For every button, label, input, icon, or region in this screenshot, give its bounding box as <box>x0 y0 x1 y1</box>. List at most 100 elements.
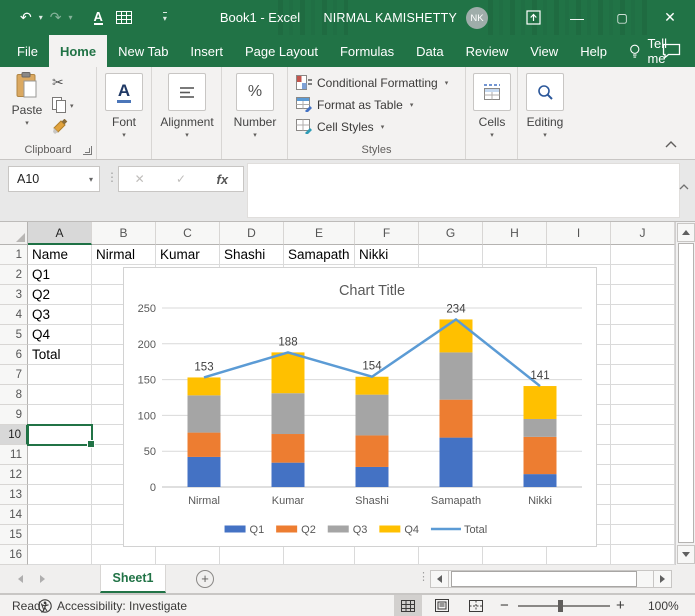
cell-J1[interactable] <box>611 245 675 265</box>
name-box-dropdown-icon[interactable]: ▾ <box>89 175 93 184</box>
minimize-button[interactable]: — <box>555 0 599 35</box>
cell-A3[interactable]: Q2 <box>28 285 92 305</box>
cell-H1[interactable] <box>483 245 547 265</box>
cell-A11[interactable] <box>28 445 92 465</box>
cell-J16[interactable] <box>611 545 675 565</box>
row-header-15[interactable]: 15 <box>0 525 28 545</box>
cell-J3[interactable] <box>611 285 675 305</box>
name-box[interactable]: A10 ▾ <box>8 166 100 192</box>
cell-A15[interactable] <box>28 525 92 545</box>
cell-A9[interactable] <box>28 405 92 425</box>
tab-new-tab[interactable]: New Tab <box>107 35 179 67</box>
zoom-out-button[interactable]: − <box>500 595 509 616</box>
ribbon-display-options-button[interactable] <box>511 0 555 35</box>
cell-J6[interactable] <box>611 345 675 365</box>
copy-dropdown-icon[interactable]: ▾ <box>70 102 74 110</box>
tab-file[interactable]: File <box>6 35 49 67</box>
normal-view-button[interactable] <box>394 595 422 616</box>
select-all-corner[interactable] <box>0 222 28 245</box>
avatar[interactable]: NK <box>466 7 488 29</box>
format-as-table-dropdown-icon[interactable]: ▾ <box>410 101 414 109</box>
format-as-table-button[interactable]: Format as Table ▾ <box>296 97 413 112</box>
cell-J2[interactable] <box>611 265 675 285</box>
next-sheet-icon[interactable] <box>40 575 45 583</box>
cell-J14[interactable] <box>611 505 675 525</box>
cell-J11[interactable] <box>611 445 675 465</box>
page-break-preview-button[interactable] <box>462 595 490 616</box>
font-group-button[interactable]: A Font ▾ <box>105 73 143 139</box>
row-header-10[interactable]: 10 <box>0 425 28 445</box>
cell-A6[interactable]: Total <box>28 345 92 365</box>
scroll-up-button[interactable] <box>677 223 695 242</box>
insert-function-icon[interactable]: fx <box>202 172 243 187</box>
tab-view[interactable]: View <box>519 35 569 67</box>
accessibility-status[interactable]: Accessibility: Investigate <box>57 595 187 616</box>
undo-icon[interactable]: ↶ <box>20 9 32 26</box>
column-header-G[interactable]: G <box>419 222 483 245</box>
zoom-slider-thumb[interactable] <box>558 600 563 612</box>
vertical-scroll-thumb[interactable] <box>678 243 694 543</box>
column-header-F[interactable]: F <box>355 222 419 245</box>
formula-bar-splitter[interactable]: ⋮ <box>106 170 118 184</box>
conditional-formatting-button[interactable]: Conditional Formatting ▾ <box>296 75 448 90</box>
format-painter-button[interactable] <box>52 119 68 140</box>
prev-sheet-icon[interactable] <box>18 575 23 583</box>
horizontal-scrollbar[interactable] <box>430 570 672 588</box>
row-header-7[interactable]: 7 <box>0 365 28 385</box>
cells-dropdown-icon[interactable]: ▾ <box>490 131 494 139</box>
page-layout-view-button[interactable] <box>428 595 456 616</box>
feedback-comment-icon[interactable] <box>662 43 681 64</box>
tab-formulas[interactable]: Formulas <box>329 35 405 67</box>
zoom-in-button[interactable]: + <box>616 595 625 616</box>
redo-icon[interactable]: ↷ <box>50 9 62 26</box>
font-color-icon[interactable]: A <box>94 10 103 25</box>
cell-J5[interactable] <box>611 325 675 345</box>
tell-me-box[interactable]: Tell me <box>618 35 695 67</box>
cell-E1[interactable]: Samapath <box>284 245 355 265</box>
cells-group-button[interactable]: Cells ▾ <box>473 73 511 139</box>
row-header-1[interactable]: 1 <box>0 245 28 265</box>
tab-page-layout[interactable]: Page Layout <box>234 35 329 67</box>
expand-formula-bar-icon[interactable] <box>679 182 689 192</box>
copy-button[interactable]: ▾ <box>52 97 74 113</box>
tab-review[interactable]: Review <box>455 35 520 67</box>
column-header-I[interactable]: I <box>547 222 611 245</box>
column-header-D[interactable]: D <box>220 222 284 245</box>
row-header-14[interactable]: 14 <box>0 505 28 525</box>
row-header-11[interactable]: 11 <box>0 445 28 465</box>
cell-A12[interactable] <box>28 465 92 485</box>
cell-A2[interactable]: Q1 <box>28 265 92 285</box>
cell-F1[interactable]: Nikki <box>355 245 419 265</box>
accessibility-icon[interactable] <box>38 595 52 616</box>
sheet-tab-sheet1[interactable]: Sheet1 <box>100 565 166 593</box>
column-header-B[interactable]: B <box>92 222 156 245</box>
row-header-5[interactable]: 5 <box>0 325 28 345</box>
row-header-9[interactable]: 9 <box>0 405 28 425</box>
cell-J12[interactable] <box>611 465 675 485</box>
cell-styles-button[interactable]: Cell Styles ▾ <box>296 119 384 134</box>
row-header-3[interactable]: 3 <box>0 285 28 305</box>
paste-button[interactable]: Paste ▾ <box>8 72 46 127</box>
cell-B1[interactable]: Nirmal <box>92 245 156 265</box>
cell-J4[interactable] <box>611 305 675 325</box>
undo-dropdown-icon[interactable]: ▾ <box>39 13 43 22</box>
tab-help[interactable]: Help <box>569 35 618 67</box>
cancel-icon[interactable]: ✕ <box>119 172 160 186</box>
cell-J8[interactable] <box>611 385 675 405</box>
row-header-8[interactable]: 8 <box>0 385 28 405</box>
tab-bar-splitter[interactable]: ⋮ <box>418 570 429 583</box>
cell-J7[interactable] <box>611 365 675 385</box>
cell-J10[interactable] <box>611 425 675 445</box>
scroll-left-button[interactable] <box>431 571 449 587</box>
row-header-4[interactable]: 4 <box>0 305 28 325</box>
cell-A1[interactable]: Name <box>28 245 92 265</box>
paste-dropdown-icon[interactable]: ▾ <box>25 119 29 127</box>
editing-group-button[interactable]: Editing ▾ <box>526 73 564 139</box>
row-header-16[interactable]: 16 <box>0 545 28 565</box>
cell-G1[interactable] <box>419 245 483 265</box>
scroll-right-button[interactable] <box>653 571 671 587</box>
row-header-2[interactable]: 2 <box>0 265 28 285</box>
column-header-C[interactable]: C <box>156 222 220 245</box>
cell-A5[interactable]: Q4 <box>28 325 92 345</box>
cell-A14[interactable] <box>28 505 92 525</box>
